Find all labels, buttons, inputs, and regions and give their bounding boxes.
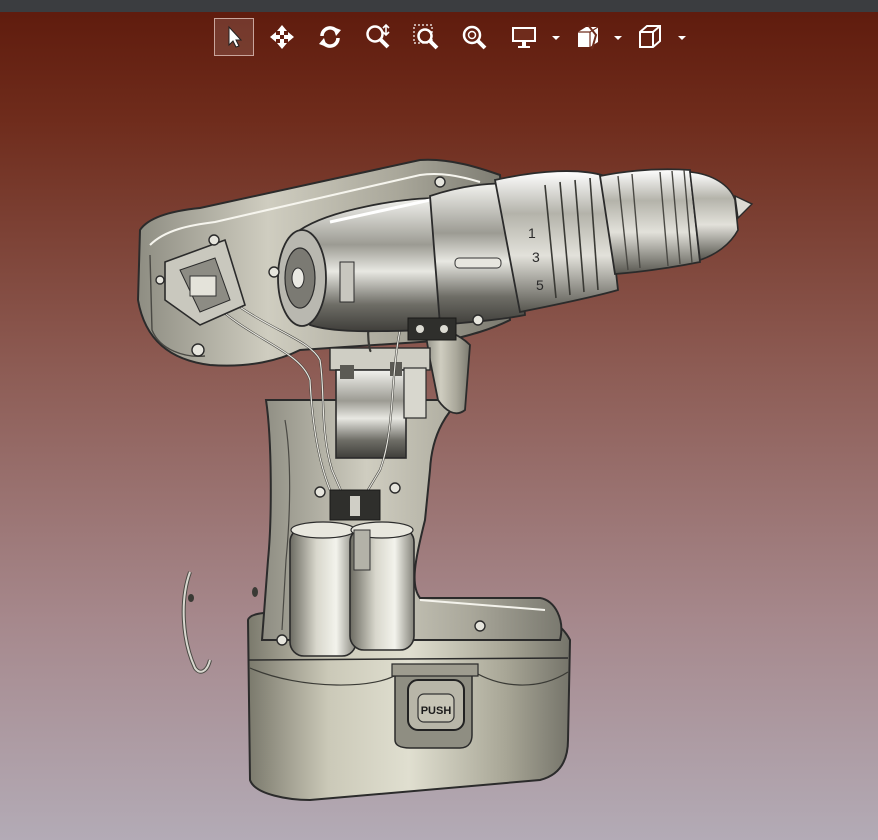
clutch-setting-1: 1 <box>528 225 536 241</box>
display-mode-dropdown[interactable] <box>552 34 560 42</box>
select-tool-button[interactable] <box>214 18 254 56</box>
zoom-fit-icon <box>462 25 487 50</box>
zoom-fit-button[interactable] <box>454 18 494 56</box>
battery-cells[interactable] <box>289 521 415 657</box>
3d-viewport[interactable]: PUSH 1 3 5 <box>0 60 878 840</box>
window-top-strip <box>0 0 878 12</box>
zoom-window-icon <box>413 24 439 50</box>
rotate-icon <box>319 26 341 48</box>
view-orientation-dropdown[interactable] <box>678 34 686 42</box>
view-orientation-button[interactable] <box>630 18 670 56</box>
zoom-window-button[interactable] <box>406 18 446 56</box>
drill-model: PUSH 1 3 5 <box>136 158 754 802</box>
clutch-setting-3: 3 <box>532 249 540 265</box>
zoom-dynamic-button[interactable] <box>358 18 398 56</box>
section-box-icon <box>578 24 599 50</box>
caret-down-icon <box>678 36 686 40</box>
snap-ring-part[interactable] <box>181 571 258 674</box>
clutch-setting-5: 5 <box>536 277 544 293</box>
drill-bit-tip[interactable] <box>734 194 754 220</box>
caret-down-icon <box>552 36 560 40</box>
move-arrows-icon <box>270 25 294 49</box>
section-view-button[interactable] <box>568 18 608 56</box>
section-view-dropdown[interactable] <box>614 34 622 42</box>
keyless-chuck[interactable] <box>598 168 754 275</box>
caret-down-icon <box>614 36 622 40</box>
pan-tool-button[interactable] <box>262 18 302 56</box>
zoom-dynamic-icon <box>366 23 390 49</box>
display-mode-button[interactable] <box>504 18 544 56</box>
arrow-pointer-icon <box>228 25 243 48</box>
view-toolbar <box>0 14 878 60</box>
cube-icon <box>639 25 661 48</box>
rotate-tool-button[interactable] <box>310 18 350 56</box>
push-label: PUSH <box>421 705 452 717</box>
trigger-switch[interactable] <box>329 327 471 459</box>
monitor-icon <box>512 27 536 48</box>
